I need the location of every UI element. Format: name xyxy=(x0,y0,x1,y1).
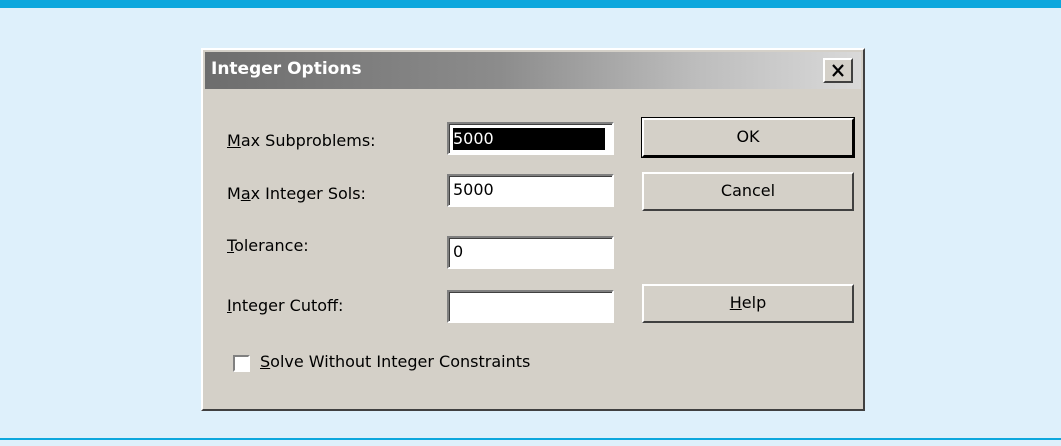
label-prefix: M xyxy=(227,184,241,203)
help-button-label: elp xyxy=(741,293,767,312)
solve-without-integer-constraints-label[interactable]: Solve Without Integer Constraints xyxy=(260,352,530,371)
integer-cutoff-label-text: nteger Cutoff: xyxy=(231,296,344,315)
mnemonic-h: H xyxy=(729,293,742,312)
help-button[interactable]: Help xyxy=(642,284,854,323)
mnemonic-t: T xyxy=(227,236,235,255)
tolerance-label: Tolerance: xyxy=(227,236,309,255)
cancel-button[interactable]: Cancel xyxy=(642,172,854,211)
checkbox-label-text: olve Without Integer Constraints xyxy=(270,352,531,371)
max-subproblems-label: Max Subproblems: xyxy=(227,131,376,150)
tolerance-label-text: olerance: xyxy=(234,236,309,255)
max-subproblems-label-text: ax Subproblems: xyxy=(240,131,376,150)
bottom-rule xyxy=(0,438,1061,440)
close-icon xyxy=(832,64,844,77)
close-button[interactable] xyxy=(823,58,853,83)
max-integer-sols-label-text: x Integer Sols: xyxy=(250,184,366,203)
dialog-title: Integer Options xyxy=(211,59,362,79)
tolerance-input[interactable]: 0 xyxy=(447,236,614,269)
integer-options-dialog: Integer Options Max Subproblems: 5000 Ma… xyxy=(201,48,865,411)
solve-without-integer-constraints-checkbox[interactable] xyxy=(233,355,250,372)
integer-cutoff-label: Integer Cutoff: xyxy=(227,296,343,315)
ok-button[interactable]: OK xyxy=(641,117,855,158)
max-subproblems-input[interactable]: 5000 xyxy=(447,122,614,155)
title-bar[interactable]: Integer Options xyxy=(205,52,861,89)
mnemonic-m: M xyxy=(227,131,241,150)
mnemonic-a: a xyxy=(240,184,251,203)
max-integer-sols-input[interactable]: 5000 xyxy=(447,174,614,207)
max-integer-sols-value: 5000 xyxy=(453,180,494,199)
max-subproblems-value: 5000 xyxy=(453,128,605,150)
top-rule xyxy=(0,0,1061,8)
max-integer-sols-label: Max Integer Sols: xyxy=(227,184,366,203)
tolerance-value: 0 xyxy=(453,242,464,261)
mnemonic-s: S xyxy=(260,352,271,371)
integer-cutoff-input[interactable] xyxy=(447,290,614,323)
